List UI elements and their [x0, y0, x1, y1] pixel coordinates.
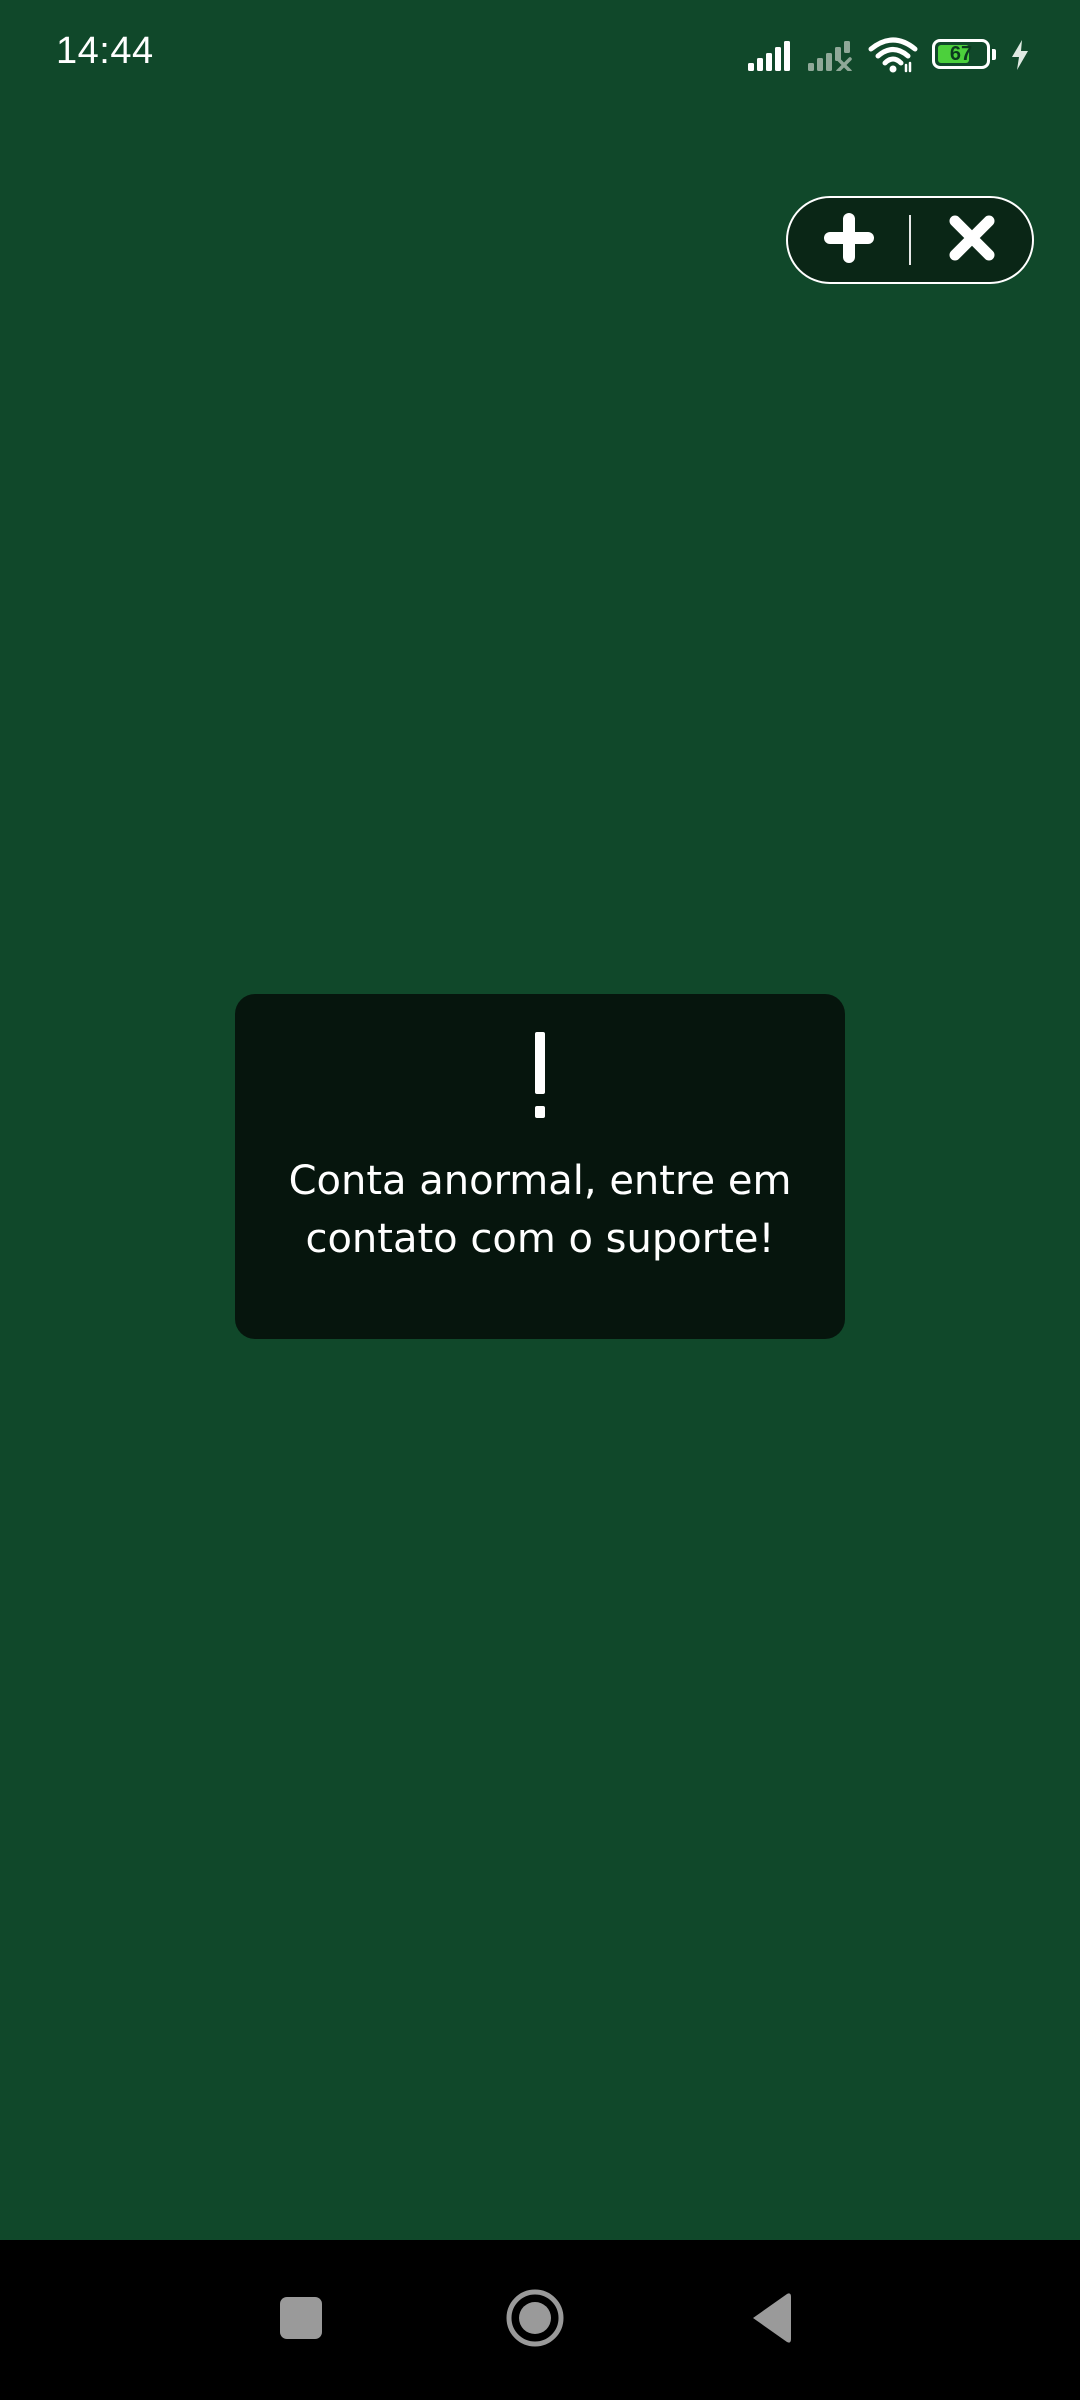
app-screen: 14:44 67 Conta anormal, entre em contato… — [0, 0, 1080, 2400]
add-button[interactable] — [788, 198, 909, 282]
alert-message: Conta anormal, entre em contato com o su… — [288, 1158, 792, 1262]
home-icon — [505, 2288, 565, 2352]
signal-no-service-icon — [808, 39, 854, 71]
status-time: 14:44 — [56, 30, 154, 72]
recent-apps-icon — [279, 2296, 323, 2344]
close-button[interactable] — [911, 198, 1032, 282]
status-icons: 67 — [748, 30, 1030, 80]
home-button[interactable] — [475, 2240, 595, 2400]
recent-apps-button[interactable] — [241, 2240, 361, 2400]
battery-icon: 67 — [932, 39, 996, 71]
exclamation-icon — [535, 1032, 545, 1118]
signal-strength-icon — [748, 39, 794, 71]
battery-cap — [992, 49, 996, 60]
capsule-divider — [909, 215, 911, 265]
back-icon — [747, 2291, 793, 2349]
close-icon — [947, 213, 997, 267]
battery-level: 67 — [949, 43, 973, 65]
navigation-bar — [0, 2240, 1080, 2400]
charging-icon — [1010, 39, 1030, 71]
alert-toast: Conta anormal, entre em contato com o su… — [235, 994, 845, 1339]
plus-icon — [820, 209, 878, 271]
back-button[interactable] — [710, 2240, 830, 2400]
mini-program-capsule — [786, 196, 1034, 284]
wifi-icon — [868, 37, 918, 73]
status-bar: 14:44 67 — [0, 0, 1080, 110]
